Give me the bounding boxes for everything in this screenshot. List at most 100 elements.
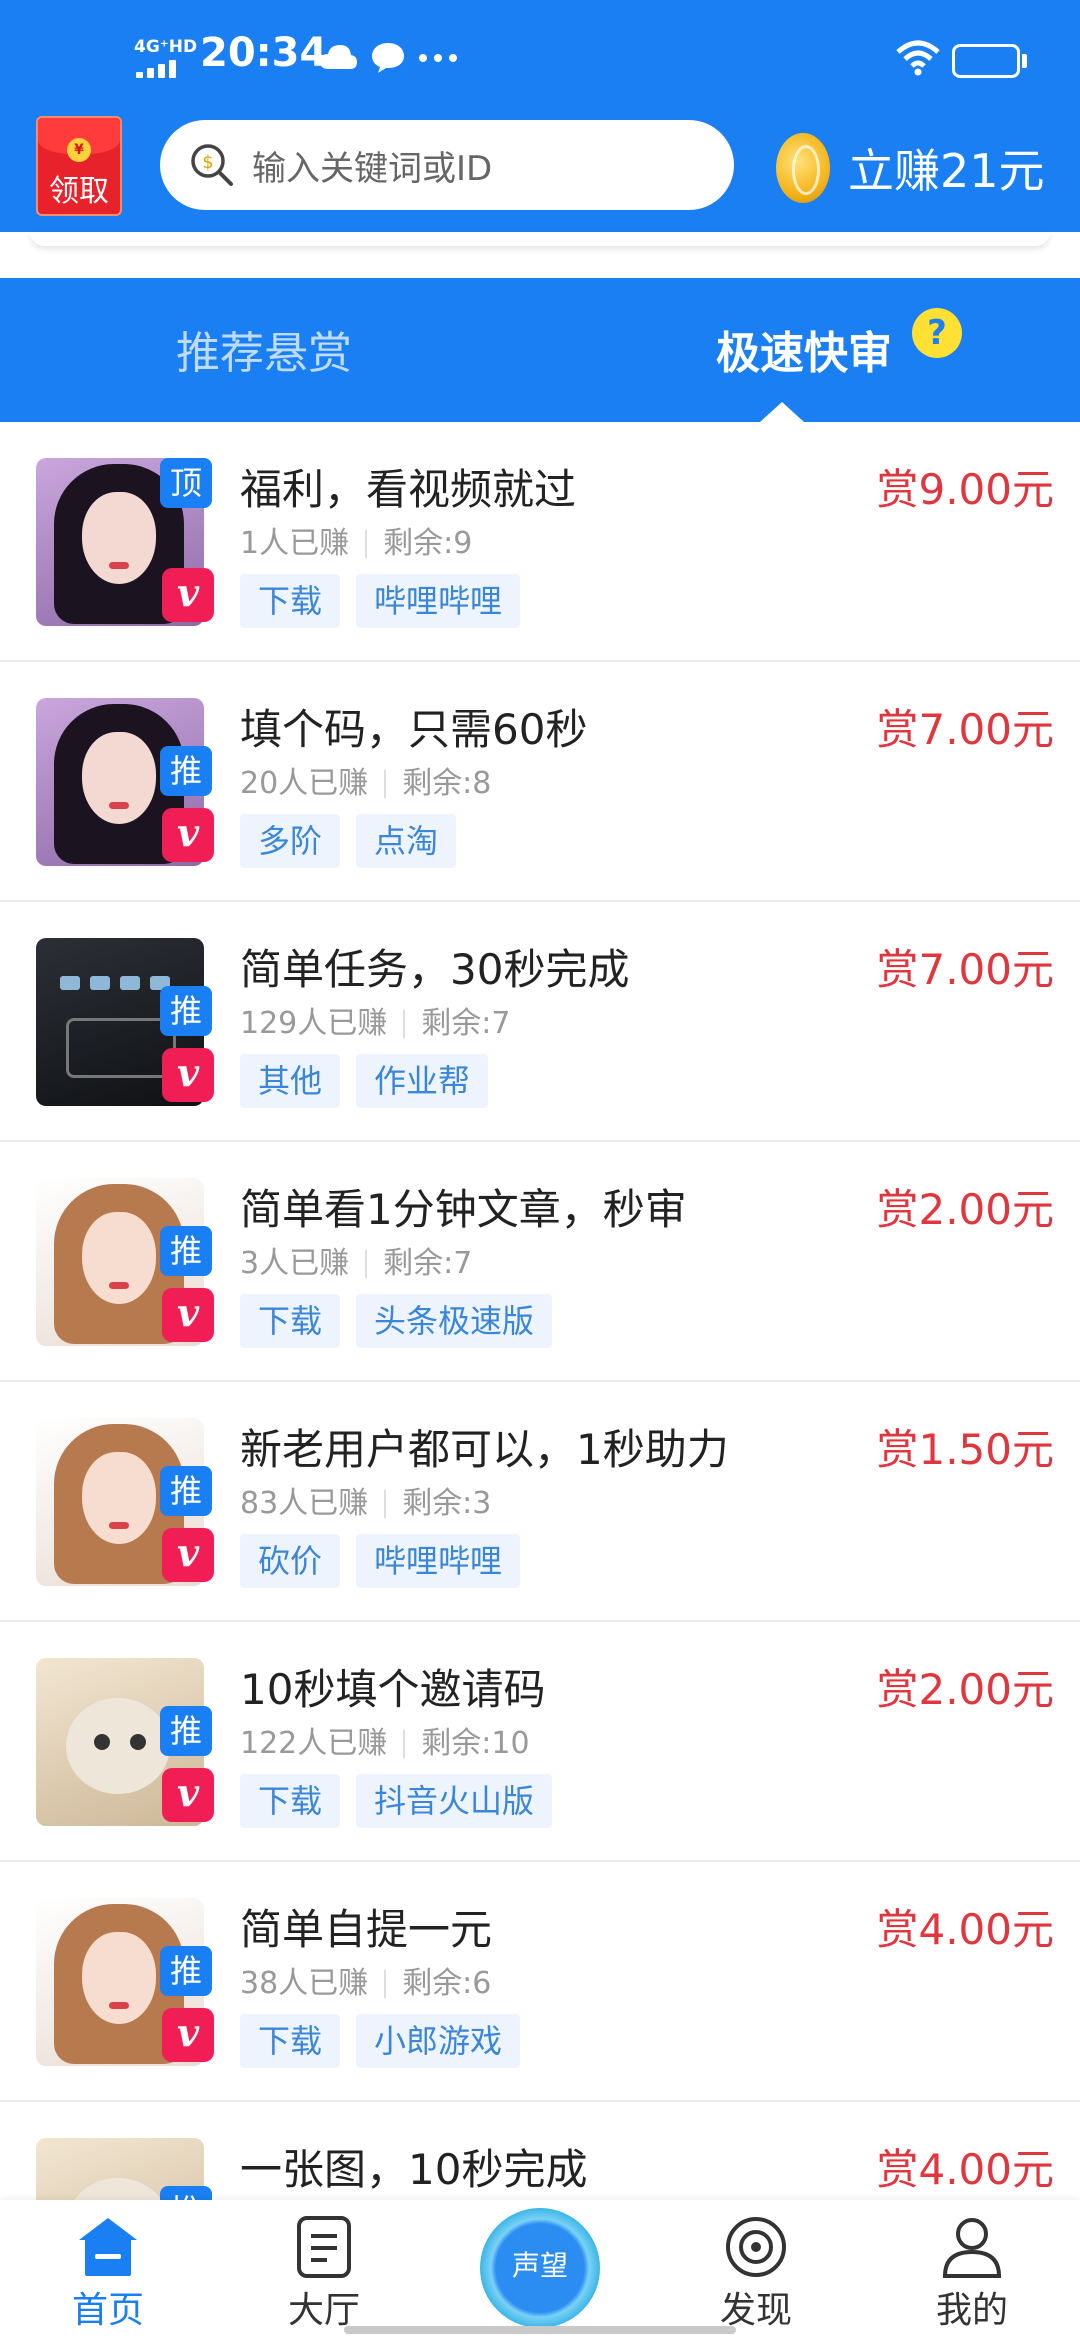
- task-row[interactable]: 推 v 10秒填个邀请码 122人已赚 剩余:10 下载 抖音火山版 赏2.00元: [0, 1622, 1080, 1862]
- divider: [403, 1730, 406, 1758]
- task-title: 一张图，10秒完成: [240, 2145, 588, 2194]
- task-reward: 赏4.00元: [876, 2145, 1054, 2194]
- battery-level: 70: [972, 49, 1000, 73]
- earned-count: 38人已赚: [240, 1966, 369, 2001]
- svg-text:$: $: [202, 152, 213, 173]
- nav-discover[interactable]: 发现: [686, 2214, 826, 2334]
- earned-count: 122人已赚: [240, 1726, 388, 1761]
- task-tags: 下载 哔哩哔哩: [240, 574, 521, 628]
- verified-badge: v: [162, 808, 214, 862]
- recommended-badge: 推: [160, 746, 212, 796]
- help-icon[interactable]: ?: [912, 308, 962, 358]
- remaining-count: 剩余:7: [383, 1246, 473, 1281]
- red-packet-label: 领取: [49, 174, 109, 209]
- task-reward: 赏2.00元: [876, 1665, 1054, 1714]
- task-tag: 哔哩哔哩: [356, 1534, 521, 1588]
- task-list[interactable]: 顶 v 福利，看视频就过 1人已赚 剩余:9 下载 哔哩哔哩 赏9.00元推 v 填个码，只需60…: [0, 422, 1080, 2200]
- message-icon: [372, 43, 404, 73]
- remaining-count: 剩余:10: [421, 1726, 530, 1761]
- home-indicator[interactable]: [344, 2326, 736, 2334]
- earned-count: 83人已赚: [240, 1486, 369, 1521]
- remaining-count: 剩余:6: [402, 1966, 492, 2001]
- home-icon: [75, 2214, 141, 2280]
- verified-badge: v: [162, 2008, 214, 2062]
- task-stats: 1人已赚 剩余:9: [240, 524, 472, 564]
- earned-count: 20人已赚: [240, 766, 369, 801]
- tab-fast-review[interactable]: 极速快审: [716, 326, 892, 382]
- task-tag: 砍价: [240, 1534, 341, 1588]
- task-title: 新老用户都可以，1秒助力: [240, 1425, 729, 1474]
- remaining-count: 剩余:9: [383, 526, 473, 561]
- task-stats: 38人已赚 剩余:6: [240, 1964, 491, 2004]
- nav-home[interactable]: 首页: [38, 2214, 178, 2334]
- earned-count: 3人已赚: [240, 1246, 350, 1281]
- search-input[interactable]: $ 输入关键词或ID: [160, 120, 734, 210]
- remaining-count: 剩余:8: [402, 766, 492, 801]
- divider: [365, 1250, 368, 1278]
- task-reward: 赏2.00元: [876, 1185, 1054, 1234]
- task-row[interactable]: 顶 v 福利，看视频就过 1人已赚 剩余:9 下载 哔哩哔哩 赏9.00元: [0, 422, 1080, 662]
- task-row[interactable]: 推 v 简单任务，30秒完成 129人已赚 剩余:7 其他 作业帮 赏7.00元: [0, 902, 1080, 1142]
- verified-badge: v: [162, 1528, 214, 1582]
- verified-badge: v: [162, 1048, 214, 1102]
- earn-label: 立赚21元: [848, 144, 1045, 198]
- task-tag: 头条极速版: [356, 1294, 553, 1348]
- signal-icon: [136, 58, 186, 78]
- nav-hall[interactable]: 大厅: [254, 2214, 394, 2334]
- verified-badge: v: [162, 568, 214, 622]
- recommended-badge: 推: [160, 1946, 212, 1996]
- task-stats: 129人已赚 剩余:7: [240, 1004, 510, 1044]
- hall-icon: [291, 2214, 357, 2280]
- recommended-badge: 推: [160, 1226, 212, 1276]
- app-screen: { "status_bar": { "network": "4G⁺HD", "t…: [0, 0, 1080, 2340]
- task-stats: 20人已赚 剩余:8: [240, 764, 491, 804]
- earn-button[interactable]: 立赚21元: [776, 130, 1045, 206]
- task-row[interactable]: 推 v 简单看1分钟文章，秒审 3人已赚 剩余:7 下载 头条极速版 赏2.00元: [0, 1142, 1080, 1382]
- task-title: 简单看1分钟文章，秒审: [240, 1185, 687, 1234]
- divider: [365, 530, 368, 558]
- recommended-badge: 推: [160, 2186, 212, 2200]
- task-row[interactable]: 推 v 简单自提一元 38人已赚 剩余:6 下载 小郎游戏 赏4.00元: [0, 1862, 1080, 2102]
- active-tab-indicator: [760, 402, 804, 422]
- earned-count: 1人已赚: [240, 526, 350, 561]
- verified-badge: v: [162, 1768, 214, 1822]
- divider: [384, 770, 387, 798]
- task-tags: 多阶 点淘: [240, 814, 457, 868]
- task-tags: 其他 作业帮: [240, 1054, 489, 1108]
- task-tag: 其他: [240, 1054, 341, 1108]
- earned-count: 129人已赚: [240, 1006, 388, 1041]
- task-row[interactable]: 推 v 填个码，只需60秒 20人已赚 剩余:8 多阶 点淘 赏7.00元: [0, 662, 1080, 902]
- task-title: 福利，看视频就过: [240, 465, 577, 514]
- task-title: 简单任务，30秒完成: [240, 945, 630, 994]
- task-title: 填个码，只需60秒: [240, 705, 588, 754]
- search-placeholder: 输入关键词或ID: [252, 148, 493, 189]
- notification-icons: [318, 38, 458, 78]
- nav-home-label: 首页: [71, 2290, 144, 2331]
- task-tags: 下载 小郎游戏: [240, 2014, 521, 2068]
- task-row[interactable]: 推 v 新老用户都可以，1秒助力 83人已赚 剩余:3 砍价 哔哩哔哩 赏1.50元: [0, 1382, 1080, 1622]
- task-tag: 哔哩哔哩: [356, 574, 521, 628]
- task-tag: 点淘: [356, 814, 457, 868]
- battery-icon: 70: [952, 44, 1020, 78]
- nav-profile[interactable]: 我的: [902, 2214, 1042, 2334]
- more-icon: [419, 54, 457, 62]
- task-tags: 下载 头条极速版: [240, 1294, 553, 1348]
- red-packet-button[interactable]: ¥ 领取: [36, 116, 122, 216]
- yuan-coin-icon: ¥: [67, 138, 91, 162]
- nav-profile-label: 我的: [935, 2290, 1008, 2331]
- task-reward: 赏7.00元: [876, 705, 1054, 754]
- task-reward: 赏9.00元: [876, 465, 1054, 514]
- task-row[interactable]: 推v一张图，10秒完成赏4.00元: [0, 2102, 1080, 2200]
- network-indicator: 4G⁺HD: [134, 37, 198, 57]
- task-tag: 下载: [240, 574, 341, 628]
- task-tag: 下载: [240, 2014, 341, 2068]
- nav-reputation[interactable]: 声望: [480, 2208, 600, 2328]
- task-stats: 3人已赚 剩余:7: [240, 1244, 472, 1284]
- pinned-badge: 顶: [160, 458, 212, 508]
- remaining-count: 剩余:7: [421, 1006, 511, 1041]
- task-tag: 小郎游戏: [356, 2014, 521, 2068]
- wifi-icon: [896, 40, 940, 76]
- tab-recommended-bounty[interactable]: 推荐悬赏: [176, 326, 352, 382]
- task-tag: 多阶: [240, 814, 341, 868]
- task-title: 简单自提一元: [240, 1905, 493, 1954]
